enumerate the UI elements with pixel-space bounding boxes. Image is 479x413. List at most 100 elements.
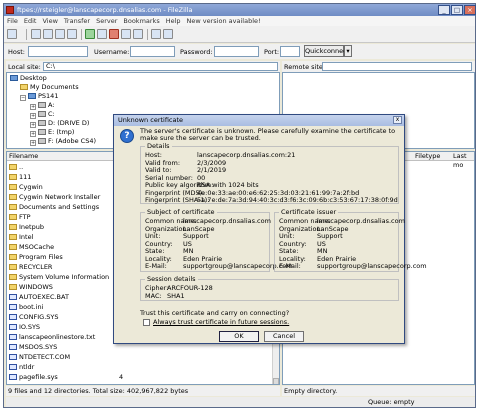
menu-bar: File Edit View Transfer Server Bookmarks Help N… bbox=[4, 16, 475, 26]
toolbar bbox=[4, 26, 475, 43]
computer-icon bbox=[28, 93, 36, 99]
filetype-column-header[interactable]: Filetype bbox=[415, 152, 440, 161]
always-trust-checkbox[interactable] bbox=[143, 319, 150, 326]
filename-column-header[interactable]: Filename bbox=[9, 152, 38, 161]
menu-bookmarks[interactable]: Bookmarks bbox=[120, 16, 162, 26]
process-queue-icon[interactable] bbox=[97, 29, 107, 39]
file-row[interactable]: WINDOWS bbox=[9, 283, 53, 291]
file-name: Intel bbox=[19, 233, 34, 241]
expand-toggle-icon[interactable]: + bbox=[30, 140, 36, 146]
title-bar[interactable]: ftpes://rsteigler@lanscapecorp.dnsalias.… bbox=[4, 4, 476, 16]
username-input[interactable] bbox=[130, 46, 175, 57]
cert-field-label: Host: bbox=[145, 151, 162, 159]
file-row[interactable]: IO.SYS bbox=[9, 323, 40, 331]
file-row[interactable]: 111 bbox=[9, 173, 31, 181]
cert-field-value: ARCFOUR-128 bbox=[167, 284, 213, 292]
file-row[interactable]: Cygwin bbox=[9, 183, 43, 191]
toggle-queue-icon[interactable] bbox=[67, 29, 77, 39]
close-icon[interactable]: × bbox=[464, 5, 476, 15]
site-manager-icon[interactable] bbox=[7, 29, 17, 39]
file-row[interactable]: lanscapeonlinestore.txt bbox=[9, 333, 95, 341]
file-row[interactable]: Cygwin Network Installer bbox=[9, 193, 100, 201]
cancel-button[interactable]: Cancel bbox=[264, 331, 304, 342]
session-group: Session details Cipher: ARCFOUR-128 MAC: SH… bbox=[140, 276, 399, 301]
port-input[interactable] bbox=[280, 46, 300, 57]
menu-new-version[interactable]: New version available! bbox=[184, 16, 264, 26]
folder-icon bbox=[9, 224, 17, 230]
file-name: MSDOS.SYS bbox=[19, 343, 58, 351]
drive-icon bbox=[38, 102, 46, 108]
tree-item[interactable]: Desktop bbox=[10, 74, 47, 82]
file-row[interactable]: Documents and Settings bbox=[9, 203, 99, 211]
menu-edit[interactable]: Edit bbox=[21, 16, 40, 26]
file-row[interactable]: CONFIG.SYS bbox=[9, 313, 59, 321]
tree-item[interactable]: + F: (Adobe CS4) bbox=[30, 137, 96, 146]
local-site-label: Local site: bbox=[8, 63, 41, 71]
menu-server[interactable]: Server bbox=[93, 16, 120, 26]
expand-toggle-icon[interactable]: − bbox=[20, 95, 26, 101]
last-modified-column-header[interactable]: Last mo bbox=[453, 152, 474, 170]
tree-item-label: D: (DRIVE D) bbox=[48, 119, 90, 127]
dialog-title[interactable]: Unknown certificate bbox=[114, 115, 404, 126]
file-row[interactable]: ntldr bbox=[9, 363, 34, 371]
filter-icon[interactable] bbox=[151, 29, 161, 39]
file-row[interactable]: Inetpub bbox=[9, 223, 44, 231]
maximize-icon[interactable]: □ bbox=[451, 5, 463, 15]
question-icon: ? bbox=[120, 129, 134, 143]
cert-field-label: Valid to: bbox=[145, 166, 172, 174]
tree-item[interactable]: + A: bbox=[30, 101, 55, 110]
minimize-icon[interactable]: _ bbox=[438, 5, 450, 15]
quickconnect-button[interactable]: Quickconnect bbox=[304, 45, 349, 57]
tree-item[interactable]: My Documents bbox=[20, 83, 79, 91]
file-row[interactable]: RECYCLER bbox=[9, 263, 52, 271]
cert-field-label: MAC: bbox=[145, 291, 162, 300]
menu-view[interactable]: View bbox=[39, 16, 60, 26]
file-row[interactable]: pagefile.sys bbox=[9, 373, 58, 381]
file-row[interactable]: NTDETECT.COM bbox=[9, 353, 70, 361]
toggle-local-tree-icon[interactable] bbox=[43, 29, 53, 39]
remote-path-input[interactable] bbox=[322, 62, 472, 71]
tree-item[interactable]: + E: (tmp) bbox=[30, 128, 74, 137]
file-row[interactable]: Program Files bbox=[9, 253, 63, 261]
host-input[interactable] bbox=[28, 46, 88, 57]
quickconnect-dropdown-icon[interactable]: ▾ bbox=[344, 45, 352, 57]
file-row[interactable]: boot.ini bbox=[9, 303, 43, 311]
cancel-operation-icon[interactable] bbox=[109, 29, 119, 39]
file-size: 4 bbox=[119, 373, 124, 381]
issuer-group-title: Certificate issuer bbox=[279, 208, 339, 216]
local-path-input[interactable]: C:\ bbox=[43, 62, 278, 71]
tree-item-label: F: (Adobe CS4) bbox=[48, 137, 96, 145]
menu-transfer[interactable]: Transfer bbox=[61, 16, 93, 26]
folder-icon bbox=[9, 264, 17, 270]
tree-item[interactable]: − PS141 bbox=[20, 92, 58, 101]
folder-icon bbox=[9, 244, 17, 250]
file-row[interactable]: AUTOEXEC.BAT bbox=[9, 293, 69, 301]
password-input[interactable] bbox=[214, 46, 259, 57]
tree-item[interactable]: + D: (DRIVE D) bbox=[30, 119, 89, 128]
cert-field-value: lanscapecorp.dnsalias.com bbox=[183, 217, 271, 225]
dialog-close-icon[interactable]: x bbox=[393, 116, 402, 124]
file-row[interactable]: System Volume Information bbox=[9, 273, 109, 281]
disconnect-icon[interactable] bbox=[121, 29, 131, 39]
always-trust-label[interactable]: Always trust certificate in future sessi… bbox=[153, 319, 289, 326]
folder-icon bbox=[9, 254, 17, 260]
compare-directories-icon[interactable] bbox=[163, 29, 173, 39]
file-row[interactable]: MSDOS.SYS bbox=[9, 343, 57, 351]
ok-button[interactable]: OK bbox=[219, 331, 259, 342]
menu-help[interactable]: Help bbox=[163, 16, 184, 26]
file-row[interactable]: Intel bbox=[9, 233, 33, 241]
menu-file[interactable]: File bbox=[4, 16, 21, 26]
reconnect-icon[interactable] bbox=[133, 29, 143, 39]
file-row[interactable]: FTP bbox=[9, 213, 31, 221]
subject-group: Subject of certificate Common name: lansc… bbox=[140, 209, 293, 272]
tree-item[interactable]: + C: bbox=[30, 110, 55, 119]
cert-field-label: State: bbox=[145, 247, 165, 255]
file-icon bbox=[9, 324, 17, 330]
toggle-remote-tree-icon[interactable] bbox=[55, 29, 65, 39]
file-name: 111 bbox=[19, 173, 32, 181]
scroll-down-icon[interactable] bbox=[273, 378, 279, 384]
toggle-message-log-icon[interactable] bbox=[31, 29, 41, 39]
file-row[interactable]: .. bbox=[9, 163, 23, 171]
file-row[interactable]: MSOCache bbox=[9, 243, 54, 251]
refresh-icon[interactable] bbox=[85, 29, 95, 39]
